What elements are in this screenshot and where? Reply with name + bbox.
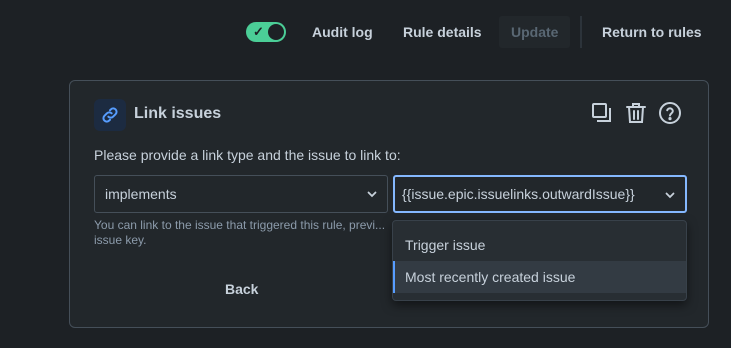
back-button[interactable]: Back (225, 281, 258, 297)
link-icon (94, 99, 126, 131)
card-title: Link issues (134, 105, 222, 122)
copy-icon[interactable] (590, 101, 614, 125)
toggle-knob (268, 24, 284, 40)
link-type-select[interactable]: implements (94, 175, 388, 213)
chevron-down-icon (367, 191, 377, 198)
option-most-recently-created-issue[interactable]: Most recently created issue (393, 261, 686, 293)
rule-enabled-toggle[interactable]: ✓ (246, 22, 286, 42)
check-icon: ✓ (253, 24, 264, 39)
divider (580, 16, 582, 48)
option-trigger-issue[interactable]: Trigger issue (393, 229, 686, 261)
help-icon[interactable] (658, 101, 682, 125)
audit-log-button[interactable]: Audit log (312, 16, 373, 48)
chevron-down-icon (665, 192, 675, 199)
top-bar: ✓ Audit log Rule details Update Return t… (0, 0, 731, 64)
helper-text: You can link to the issue that triggered… (94, 218, 386, 247)
issue-value: {{issue.epic.issuelinks.outwardIssue}} (402, 186, 635, 202)
update-button[interactable]: Update (499, 16, 571, 48)
issue-select[interactable]: {{issue.epic.issuelinks.outwardIssue}} (393, 175, 687, 213)
instruction-text: Please provide a link type and the issue… (94, 147, 401, 163)
link-type-value: implements (105, 186, 177, 202)
return-to-rules-button[interactable]: Return to rules (602, 16, 702, 48)
card-actions (590, 101, 682, 125)
rule-details-button[interactable]: Rule details (403, 16, 482, 48)
issue-options-menu: Trigger issue Most recently created issu… (392, 220, 687, 301)
trash-icon[interactable] (624, 101, 648, 125)
